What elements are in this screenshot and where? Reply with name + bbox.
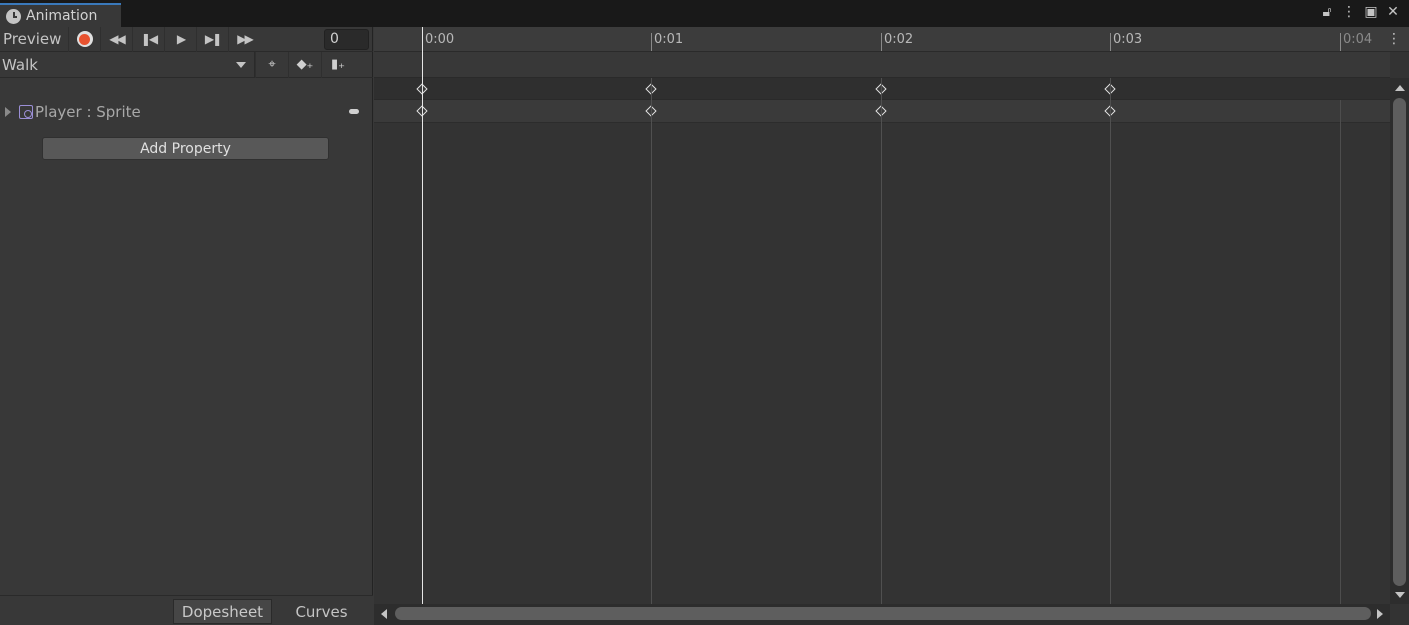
add-keyframe-icon: ◆₊ [296,57,314,72]
play-icon: ▶ [176,32,186,46]
add-event-icon: ▮₊ [330,57,345,72]
horizontal-scroll-thumb[interactable] [395,607,1371,620]
add-property-button[interactable]: Add Property [42,137,329,160]
record-icon [76,31,93,47]
clip-end-line [1340,100,1341,604]
prev-key-button[interactable]: ❚◀ [132,26,164,52]
ruler-tick-label: 0:00 [425,32,455,47]
clip-dropdown[interactable]: Walk [0,51,255,78]
ruler-tick [881,33,882,51]
foldout-arrow-icon[interactable] [5,107,11,117]
ruler-tick-label: 0:02 [884,32,914,47]
tab-animation[interactable]: Animation [0,3,121,27]
hierarchy-panel: Preview ◀◀ ❚◀ ▶ ▶❚ ▶▶ 0 Walk ⌖ ◆₊ ▮₊ Pla… [0,26,373,625]
filter-by-selection-icon: ⌖ [268,57,276,72]
record-button[interactable] [68,26,100,52]
prev-key-icon: ❚◀ [140,32,158,46]
next-key-icon: ▶❚ [204,32,222,46]
tab-bar: Animation 🔓︎ ⋮ ▣ ✕ [0,0,1409,27]
first-key-icon: ◀◀ [109,32,126,46]
window-controls: 🔓︎ ⋮ ▣ ✕ [1319,4,1401,20]
clip-name: Walk [2,55,38,74]
keyframe-guide-line [881,78,882,604]
view-mode-tabs: Dopesheet Curves [0,595,373,625]
ruler-tick-label: 0:04 [1343,32,1373,47]
ruler-tick [1110,33,1111,51]
clip-toolbar: Walk ⌖ ◆₊ ▮₊ [0,51,373,78]
close-icon[interactable]: ✕ [1385,4,1401,20]
last-key-icon: ▶▶ [237,32,254,46]
preview-toggle[interactable]: Preview [0,30,68,48]
play-button[interactable]: ▶ [164,26,196,52]
animation-window: Animation 🔓︎ ⋮ ▣ ✕ Preview ◀◀ ❚◀ ▶ ▶❚ ▶▶… [0,0,1409,625]
keyframe-guide-line [651,78,652,604]
summary-keyframe-row[interactable] [374,78,1390,100]
frame-input[interactable]: 0 [324,29,369,50]
tab-curves[interactable]: Curves [272,599,371,624]
scroll-down-icon[interactable] [1395,592,1405,598]
property-keyframe-row[interactable] [374,100,1390,123]
add-keyframe-button[interactable]: ◆₊ [288,51,321,78]
time-ruler[interactable]: ⋮ 0:00 0:01 0:02 0:03 0:04 [374,27,1409,52]
vertical-scrollbar[interactable] [1390,78,1409,604]
dopesheet-timeline[interactable]: ⋮ 0:00 0:01 0:02 0:03 0:04 [374,27,1409,625]
sprite-renderer-icon [19,105,33,119]
tab-title: Animation [26,8,98,24]
filter-by-selection-button[interactable]: ⌖ [255,51,288,78]
horizontal-scrollbar[interactable] [374,604,1390,625]
menu-icon[interactable]: ⋮ [1341,4,1357,20]
last-key-button[interactable]: ▶▶ [228,26,260,52]
first-key-button[interactable]: ◀◀ [100,26,132,52]
tab-dopesheet[interactable]: Dopesheet [173,599,272,624]
ruler-tick [1340,33,1341,51]
scroll-left-icon[interactable] [381,609,387,619]
playback-toolbar: Preview ◀◀ ❚◀ ▶ ▶❚ ▶▶ 0 [0,26,373,52]
ruler-tick [651,33,652,51]
add-event-button[interactable]: ▮₊ [321,51,354,78]
property-row[interactable]: Player : Sprite [0,101,373,123]
scroll-up-icon[interactable] [1395,85,1405,91]
vertical-scroll-thumb[interactable] [1393,98,1406,586]
event-strip[interactable] [374,52,1390,78]
ruler-tick-label: 0:01 [654,32,684,47]
remove-property-icon[interactable] [349,109,359,114]
next-key-button[interactable]: ▶❚ [196,26,228,52]
property-label: Player : Sprite [35,103,141,121]
ruler-tick-label: 0:03 [1113,32,1143,47]
maximize-icon[interactable]: ▣ [1363,4,1379,20]
scroll-right-icon[interactable] [1377,609,1383,619]
animation-clock-icon [6,8,21,24]
playhead[interactable] [422,27,423,604]
timeline-menu-icon[interactable]: ⋮ [1387,31,1401,47]
chevron-down-icon [236,61,246,68]
lock-icon[interactable]: 🔓︎ [1319,4,1335,20]
keyframe-guide-line [1110,78,1111,604]
